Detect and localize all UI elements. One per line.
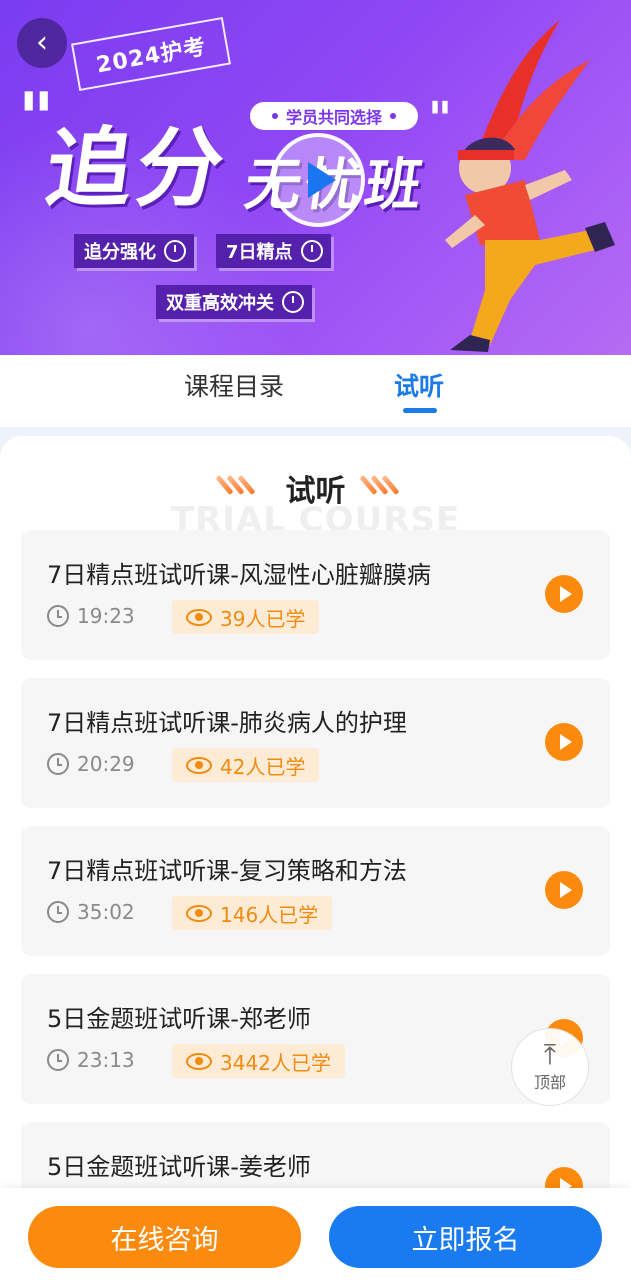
views-text: 146人已学 <box>220 902 319 927</box>
pill-dot-icon <box>390 113 397 119</box>
views-text: 3442人已学 <box>220 1050 331 1075</box>
duration-text: 35:02 <box>77 900 135 924</box>
tab-bar: 课程目录 试听 <box>0 355 631 427</box>
back-button[interactable]: ‹ <box>17 18 67 68</box>
alarm-clock-icon <box>164 240 186 262</box>
banner-pill: 学员共同选择 <box>250 102 419 130</box>
views-badge: 3442人已学 <box>172 1044 345 1078</box>
eye-icon <box>186 756 212 774</box>
lesson-duration: 23:13 <box>47 1048 135 1072</box>
banner-title-main: 追分 <box>39 119 234 219</box>
runner-illustration <box>445 20 615 352</box>
trial-lesson-item[interactable]: 7日精点班试听课-风湿性心脏瓣膜病 19:23 39人已学 <box>21 530 610 660</box>
views-badge: 42人已学 <box>172 748 320 782</box>
tag-text: 追分强化 <box>84 242 156 263</box>
lesson-play-button[interactable] <box>545 575 583 613</box>
year-tag: 2024护考 <box>71 16 231 92</box>
signup-button[interactable]: 立即报名 <box>329 1206 602 1268</box>
duration-text: 23:13 <box>77 1048 135 1072</box>
trial-lesson-item[interactable]: 7日精点班试听课-复习策略和方法 35:02 146人已学 <box>21 826 610 956</box>
banner-tag-1: 追分强化 <box>74 234 194 268</box>
play-icon <box>308 162 336 198</box>
course-banner[interactable]: 2024护考 " 追分 无忧班 " 学员共同选择 追分强化 7日精点 双重高效冲… <box>0 0 631 355</box>
lesson-title: 7日精点班试听课-肺炎病人的护理 <box>47 709 407 737</box>
play-icon <box>560 734 572 750</box>
clock-icon <box>47 1049 69 1071</box>
chevron-left-icon: ‹ <box>36 25 48 60</box>
views-badge: 39人已学 <box>172 600 320 634</box>
decor-slashes-icon <box>359 474 400 496</box>
pill-dot-icon <box>272 113 278 119</box>
alarm-clock-icon <box>300 240 323 262</box>
duration-text: 20:29 <box>77 752 135 776</box>
tab-catalog[interactable]: 课程目录 <box>184 367 284 403</box>
eye-icon <box>186 608 212 626</box>
tab-trial[interactable]: 试听 <box>394 367 444 403</box>
lesson-title: 7日精点班试听课-风湿性心脏瓣膜病 <box>47 561 431 589</box>
trial-lesson-item[interactable]: 7日精点班试听课-肺炎病人的护理 20:29 42人已学 <box>21 678 610 808</box>
online-consult-button[interactable]: 在线咨询 <box>28 1206 301 1268</box>
lesson-duration: 19:23 <box>47 604 135 628</box>
clock-icon <box>47 901 69 923</box>
banner-tag-3: 双重高效冲关 <box>156 285 312 319</box>
arrow-up-icon: ⤒ <box>543 1038 557 1071</box>
video-play-button[interactable] <box>271 133 365 227</box>
lesson-title: 7日精点班试听课-复习策略和方法 <box>47 857 407 885</box>
lesson-duration: 35:02 <box>47 900 135 924</box>
trial-lesson-item[interactable]: 5日金题班试听课-姜老师 <box>21 1122 610 1196</box>
clock-icon <box>47 605 69 627</box>
back-to-top-label: 顶部 <box>533 1073 566 1092</box>
views-text: 39人已学 <box>220 606 306 631</box>
alarm-clock-icon <box>282 291 304 313</box>
lesson-title: 5日金题班试听课-姜老师 <box>47 1153 311 1181</box>
back-to-top-button[interactable]: ⤒ 顶部 <box>511 1028 589 1106</box>
tag-text: 7日精点 <box>226 242 293 263</box>
eye-icon <box>186 1052 212 1070</box>
section-title: 试听 <box>285 474 346 509</box>
eye-icon <box>186 904 212 922</box>
pill-text: 学员共同选择 <box>286 108 383 127</box>
play-icon <box>560 586 572 602</box>
lesson-duration: 20:29 <box>47 752 135 776</box>
tag-text: 双重高效冲关 <box>166 293 274 314</box>
views-badge: 146人已学 <box>172 896 333 930</box>
banner-tag-2: 7日精点 <box>216 234 331 268</box>
lesson-title: 5日金题班试听课-郑老师 <box>47 1005 311 1033</box>
section-header: TRIAL COURSE 试听 <box>0 460 631 540</box>
play-icon <box>560 882 572 898</box>
duration-text: 19:23 <box>77 604 135 628</box>
clock-icon <box>47 753 69 775</box>
lesson-play-button[interactable] <box>545 723 583 761</box>
lesson-play-button[interactable] <box>545 871 583 909</box>
bottom-action-bar: 在线咨询 立即报名 <box>0 1188 631 1280</box>
active-tab-indicator <box>403 408 437 413</box>
views-text: 42人已学 <box>220 754 306 779</box>
